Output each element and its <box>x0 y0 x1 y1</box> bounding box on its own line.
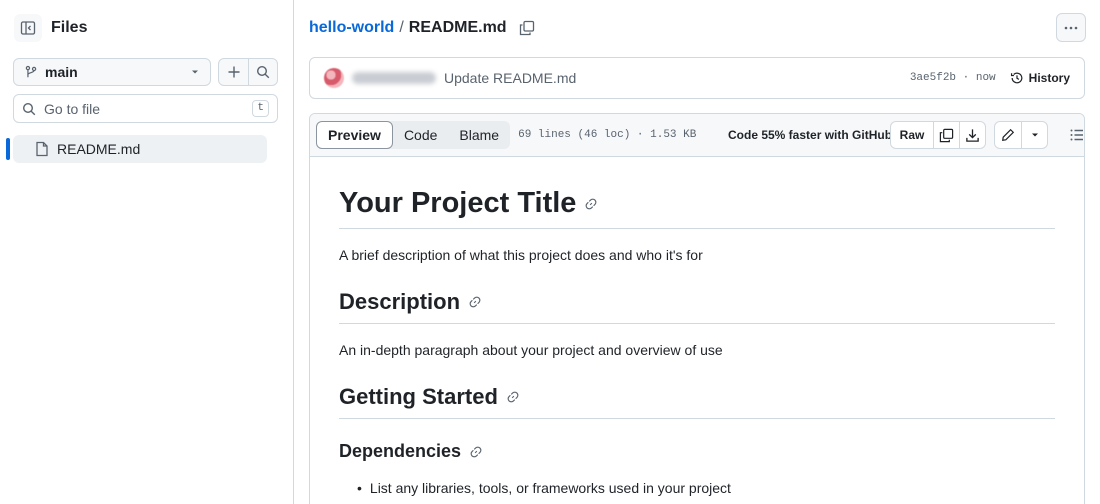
link-icon <box>470 446 482 457</box>
readme-title: Your Project Title <box>339 187 1055 229</box>
copy-path-button[interactable] <box>519 20 535 36</box>
commit-author-redacted <box>352 72 436 84</box>
edit-file-button[interactable] <box>995 122 1021 148</box>
file-actions: Raw <box>890 121 1084 149</box>
sidebar-title: Files <box>51 19 88 36</box>
link-icon <box>586 198 597 209</box>
commit-sha-time[interactable]: 3ae5f2b · now <box>910 72 996 84</box>
active-indicator <box>6 138 10 160</box>
branch-selector[interactable]: main <box>13 58 211 86</box>
history-button[interactable]: History <box>1010 71 1070 85</box>
file-icon <box>36 141 48 157</box>
file-tree-item[interactable]: README.md <box>13 135 267 163</box>
readme-description-text: An in-depth paragraph about your project… <box>339 342 723 358</box>
heading-dependencies: Dependencies <box>339 441 1055 462</box>
breadcrumb-separator: / <box>399 19 404 36</box>
copy-icon <box>939 128 954 142</box>
commit-message[interactable]: Update README.md <box>444 70 576 86</box>
current-file-name: README.md <box>408 19 507 36</box>
shortcut-hint: t <box>252 100 269 117</box>
tab-blame[interactable]: Blame <box>448 121 510 149</box>
sidebar-header: Files <box>14 12 87 44</box>
readme-intro: A brief description of what this project… <box>339 247 703 263</box>
copilot-promo-label: Code 55% faster with GitHub Copilot <box>728 128 892 142</box>
search-icon <box>22 102 36 115</box>
search-files-button[interactable] <box>248 59 277 85</box>
pencil-icon <box>1002 128 1015 141</box>
heading-anchor[interactable] <box>468 295 482 309</box>
view-mode-tabs: Preview Code Blame <box>316 121 511 149</box>
file-toolbar: Preview Code Blame 69 lines (46 loc) · 1… <box>310 114 1084 157</box>
latest-commit-bar: Update README.md 3ae5f2b · now History <box>309 57 1085 99</box>
caret-down-icon <box>192 70 198 74</box>
edit-options-dropdown[interactable] <box>1021 122 1047 148</box>
history-icon <box>1010 72 1023 84</box>
repo-link[interactable]: hello-world <box>309 19 394 37</box>
go-to-file-field[interactable]: t <box>13 94 278 123</box>
kebab-icon <box>1064 26 1078 29</box>
heading-anchor[interactable] <box>506 390 520 404</box>
collapse-sidebar-button[interactable] <box>14 14 42 42</box>
edit-group <box>994 121 1048 149</box>
plus-icon <box>228 66 239 78</box>
sidebar-actions <box>218 58 278 86</box>
go-to-file-input[interactable] <box>44 100 253 117</box>
dependency-list: List any libraries, tools, or frameworks… <box>357 480 1055 496</box>
readme-content: Your Project Title A brief description o… <box>310 187 1084 496</box>
tab-preview[interactable]: Preview <box>316 121 393 149</box>
heading-getting-started: Getting Started <box>339 384 1055 419</box>
search-icon <box>256 65 270 79</box>
commit-meta: 3ae5f2b · now History <box>910 71 1070 85</box>
heading-dependencies-text: Dependencies <box>339 441 462 461</box>
git-branch-icon <box>25 65 37 78</box>
heading-getting-started-text: Getting Started <box>339 384 498 409</box>
file-viewer: Preview Code Blame 69 lines (46 loc) · 1… <box>309 113 1085 504</box>
file-tree-item-label: README.md <box>57 141 141 157</box>
heading-anchor[interactable] <box>469 445 483 459</box>
copilot-promo[interactable]: Code 55% faster with GitHub Copilot <box>724 114 892 156</box>
tab-code[interactable]: Code <box>393 121 448 149</box>
readme-title-text: Your Project Title <box>339 187 577 219</box>
list-icon <box>1070 129 1083 141</box>
add-file-button[interactable] <box>219 59 248 85</box>
raw-copy-download-group: Raw <box>890 121 986 149</box>
breadcrumb: hello-world / README.md <box>309 18 535 38</box>
file-tree-sidebar: Files main t README.md <box>0 0 294 504</box>
outline-button[interactable] <box>1062 121 1084 149</box>
list-item: List any libraries, tools, or frameworks… <box>357 480 1055 496</box>
heading-anchor[interactable] <box>584 197 598 211</box>
download-button[interactable] <box>959 122 985 148</box>
history-label: History <box>1028 71 1070 85</box>
link-icon <box>507 391 519 403</box>
link-icon <box>469 296 481 308</box>
file-info: 69 lines (46 loc) · 1.53 KB <box>518 129 697 141</box>
branch-name: main <box>45 64 78 80</box>
branch-row: main <box>13 58 278 86</box>
more-options-button[interactable] <box>1056 13 1086 42</box>
heading-description-text: Description <box>339 289 461 314</box>
copy-raw-button[interactable] <box>933 122 959 148</box>
sidebar-collapse-icon <box>20 21 36 35</box>
raw-button[interactable]: Raw <box>891 122 933 148</box>
download-icon <box>966 128 979 142</box>
caret-down-icon <box>1031 133 1038 137</box>
copy-icon <box>519 20 534 36</box>
heading-description: Description <box>339 289 1055 324</box>
avatar[interactable] <box>324 68 344 88</box>
